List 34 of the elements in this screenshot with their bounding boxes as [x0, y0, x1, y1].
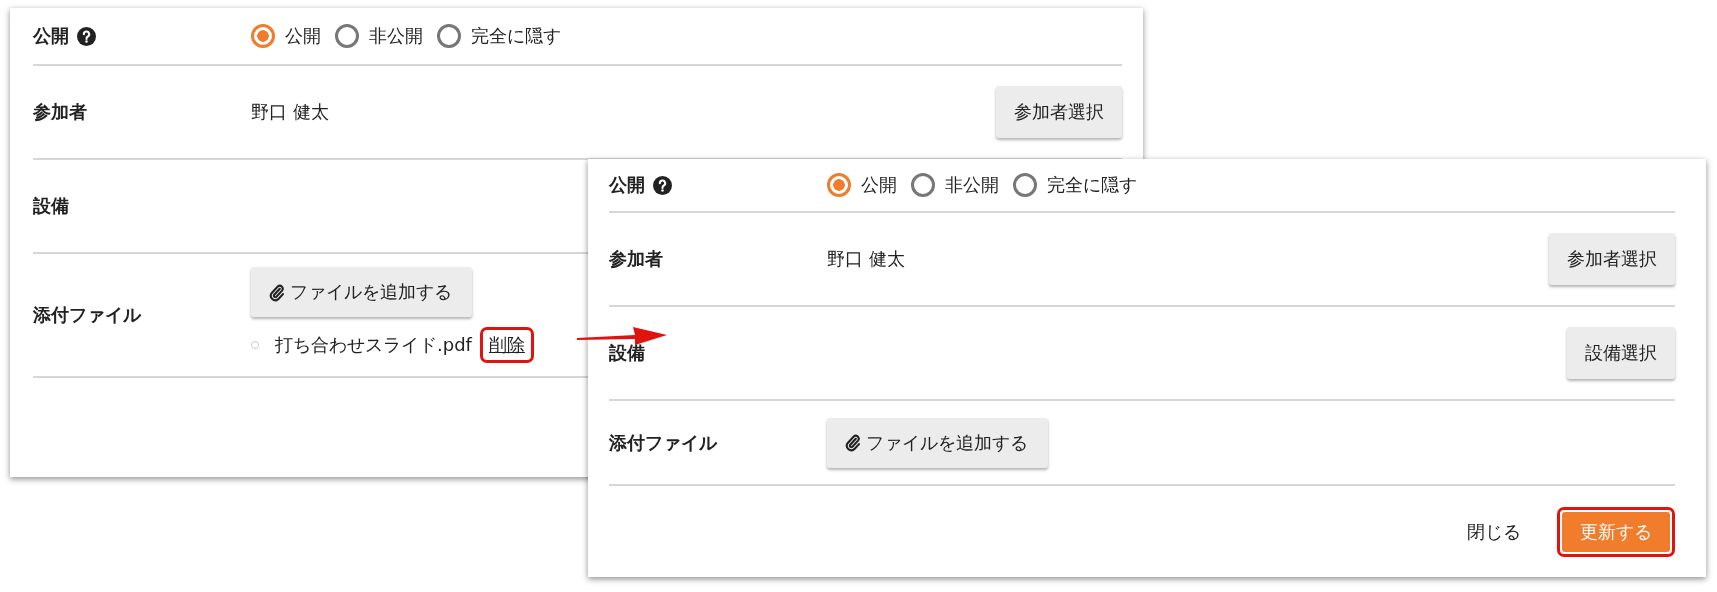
field-label: 公開 — [609, 173, 645, 197]
field-label: 公開 — [33, 24, 69, 48]
close-button[interactable]: 閉じる — [1461, 513, 1527, 550]
select-button[interactable]: 設備選択 — [1567, 327, 1675, 379]
radio-button[interactable] — [335, 24, 359, 48]
participant-name: 野口 健太 — [251, 100, 329, 124]
radio-button[interactable] — [827, 173, 851, 197]
help-icon[interactable] — [653, 175, 672, 195]
select-button[interactable]: 参加者選択 — [996, 86, 1122, 138]
radio-button[interactable] — [911, 173, 935, 197]
delete-link[interactable]: 削除 — [488, 333, 525, 357]
radio-option[interactable]: 完全に隠す — [1013, 173, 1137, 197]
radio-option[interactable]: 非公開 — [911, 173, 999, 197]
field-label: 設備 — [33, 194, 69, 218]
file-name: 打ち合わせスライド.pdf — [275, 333, 472, 357]
field-label: 参加者 — [33, 100, 87, 124]
participant-name: 野口 健太 — [827, 247, 905, 271]
radio-button[interactable] — [251, 24, 275, 48]
field-label: 添付ファイル — [609, 430, 717, 455]
radio-button[interactable] — [1013, 173, 1037, 197]
radio-option[interactable]: 完全に隠す — [437, 24, 561, 48]
field-label: 参加者 — [609, 247, 663, 271]
paperclip-icon — [269, 282, 284, 302]
radio-option[interactable]: 公開 — [251, 24, 321, 48]
help-icon[interactable] — [77, 26, 96, 46]
add-file-button[interactable]: ファイルを追加する — [251, 267, 472, 317]
radio-button[interactable] — [437, 24, 461, 48]
radio-option[interactable]: 非公開 — [335, 24, 423, 48]
add-file-button[interactable]: ファイルを追加する — [827, 417, 1048, 468]
radio-option[interactable]: 公開 — [827, 173, 897, 197]
paperclip-icon — [845, 433, 860, 452]
field-label: 添付ファイル — [33, 303, 141, 327]
select-button[interactable]: 参加者選択 — [1549, 233, 1675, 285]
field-label: 設備 — [609, 341, 645, 365]
